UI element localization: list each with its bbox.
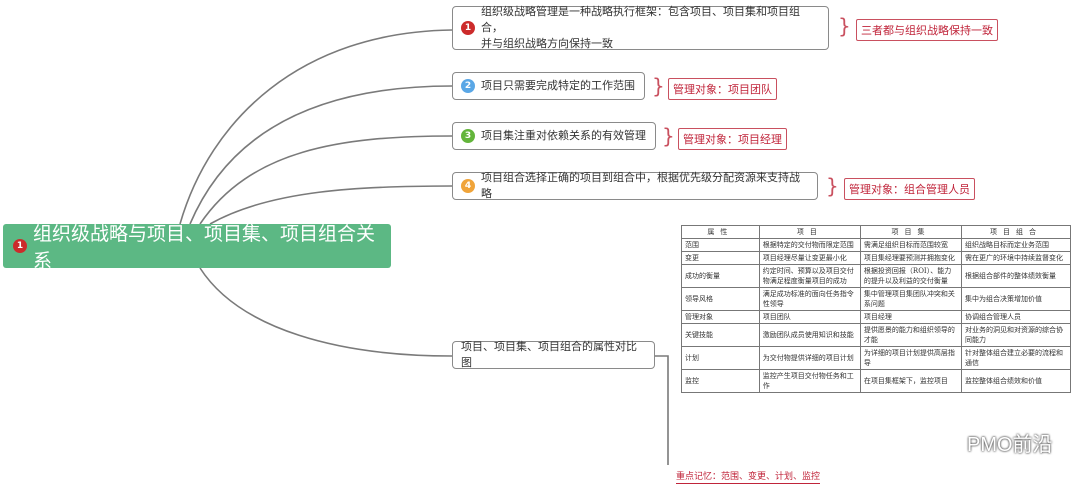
table-cell: 计划	[681, 346, 760, 370]
branch-2-text: 项目只需要完成特定的工作范围	[481, 80, 635, 92]
table-cell: 集中管理项目集团队冲突和关系问题	[859, 287, 963, 311]
brace-icon: }	[838, 14, 851, 38]
root-label: 组织级战略与项目、项目集、项目组合关系	[33, 224, 376, 272]
table-cell: 范围	[681, 238, 760, 252]
table-row: 管理对象 项目团队 项目经理 协调组合管理人员	[681, 310, 1071, 324]
table-cell: 项目集经理要预测并拥抱变化	[859, 251, 963, 265]
branch-node-4[interactable]: 4 项目组合选择正确的项目到组合中，根据优先级分配资源来支持战略	[452, 172, 818, 200]
table-row: 变更 项目经理尽量让变更最小化 项目集经理要预测并拥抱变化 需在更广的环境中持续监督变…	[681, 251, 1071, 265]
table-cell: 管理对象	[681, 310, 760, 324]
branch-4-tag[interactable]: 管理对象：组合管理人员	[844, 178, 975, 200]
link-table	[655, 355, 669, 465]
table-row: 关键技能 激励团队成员使用知识和技能 提供愿景的能力和组织领导的才能 对业务的洞见和对…	[681, 323, 1071, 347]
branch-1-text: 组织级战略管理是一种战略执行框架：包含项目、项目集和项目组合， 并与组织战略方向…	[481, 4, 820, 52]
watermark: PMO前沿	[935, 428, 1053, 457]
table-cell: 针对整体组合建立必要的流程和通信	[961, 346, 1071, 370]
branch-2-tag[interactable]: 管理对象：项目团队	[668, 78, 777, 100]
brace-icon: }	[826, 174, 839, 198]
branch-1-text-line2: 并与组织战略方向保持一致	[481, 38, 613, 50]
compare-node-label: 项目、项目集、项目组合的属性对比图	[461, 341, 637, 369]
branch-1-tag[interactable]: 三者都与组织战略保持一致	[856, 19, 998, 41]
table-cell: 提供愿景的能力和组织领导的才能	[859, 323, 963, 347]
table-cell: 成功的衡量	[681, 264, 760, 288]
watermark-text: PMO前沿	[967, 434, 1053, 456]
table-cell: 领导风格	[681, 287, 760, 311]
table-header-project: 项目	[758, 225, 861, 239]
table-row: 领导风格 满足成功标准的面向任务指令性领导 集中管理项目集团队冲突和关系问题 集中为组…	[681, 287, 1071, 311]
branch-node-3[interactable]: 3 项目集注重对依赖关系的有效管理	[452, 122, 656, 150]
branch-1-text-line1: 组织级战略管理是一种战略执行框架：包含项目、项目集和项目组合，	[481, 6, 800, 34]
property-comparison-table: 属性 项目 项目集 项目组合 范围 根据特定的交付物而限定范围 需满足组织目标而范围…	[681, 225, 1071, 455]
root-node[interactable]: 1 组织级战略与项目、项目集、项目组合关系	[3, 224, 391, 272]
table-cell: 为详细的项目计划提供高层指导	[859, 346, 963, 370]
table-cell: 根据特定的交付物而限定范围	[758, 238, 861, 252]
link-branch-2	[189, 85, 453, 225]
branch-3-number-badge: 3	[461, 129, 475, 143]
table-cell: 项目经理尽量让变更最小化	[758, 251, 861, 265]
table-cell: 监控产生项目交付物任务和工作	[758, 369, 861, 393]
table-cell: 监控	[681, 369, 760, 393]
table-cell: 项目团队	[758, 310, 861, 324]
memo-note[interactable]: 重点记忆：范围、变更、计划、监控	[676, 470, 821, 484]
wechat-icon	[935, 432, 961, 453]
table-cell: 监控整体组合绩效和价值	[961, 369, 1071, 393]
branch-3-tag[interactable]: 管理对象：项目经理	[678, 128, 787, 150]
table-cell: 满足成功标准的面向任务指令性领导	[758, 287, 861, 311]
table-row: 监控 监控产生项目交付物任务和工作 在项目集框架下，监控项目 监控整体组合绩效和价值	[681, 369, 1071, 393]
branch-node-1[interactable]: 1 组织级战略管理是一种战略执行框架：包含项目、项目集和项目组合， 并与组织战略…	[452, 6, 829, 50]
link-compare	[199, 267, 453, 357]
root-number-badge: 1	[13, 239, 27, 253]
branch-4-number-badge: 4	[461, 179, 475, 193]
branch-1-number-badge: 1	[461, 21, 475, 35]
brace-icon: }	[662, 124, 675, 148]
compare-node[interactable]: 项目、项目集、项目组合的属性对比图	[452, 341, 655, 369]
table-cell: 需满足组织目标而范围较宽	[859, 238, 963, 252]
brace-icon: }	[652, 74, 665, 98]
table-row: 成功的衡量 约定时间、预算以及项目交付物满足程度衡量项目的成功 根据投资回报（ROI…	[681, 264, 1071, 288]
table-cell: 为交付物提供详细的项目计划	[758, 346, 861, 370]
table-cell: 协调组合管理人员	[961, 310, 1071, 324]
table-cell: 对业务的洞见和对资源的综合协同能力	[961, 323, 1071, 347]
table-cell: 在项目集框架下，监控项目	[859, 369, 963, 393]
table-cell: 根据组合部件的整体绩效衡量	[961, 264, 1071, 288]
table-header-portfolio: 项目组合	[961, 225, 1071, 239]
table-cell: 变更	[681, 251, 760, 265]
table-row: 计划 为交付物提供详细的项目计划 为详细的项目计划提供高层指导 针对整体组合建立必要的…	[681, 346, 1071, 370]
table-cell: 根据投资回报（ROI）、能力的提升以及利益的交付衡量	[859, 264, 963, 288]
table-row: 范围 根据特定的交付物而限定范围 需满足组织目标而范围较宽 组织战略目标而定业务范围	[681, 238, 1071, 252]
table-cell: 约定时间、预算以及项目交付物满足程度衡量项目的成功	[758, 264, 861, 288]
branch-3-text: 项目集注重对依赖关系的有效管理	[481, 130, 646, 142]
table-header-attribute: 属性	[681, 225, 760, 239]
link-branch-1	[179, 29, 453, 225]
table-cell: 需在更广的环境中持续监督变化	[961, 251, 1071, 265]
table-cell: 关键技能	[681, 323, 760, 347]
branch-4-text: 项目组合选择正确的项目到组合中，根据优先级分配资源来支持战略	[481, 172, 800, 200]
table-cell: 集中为组合决策增加价值	[961, 287, 1071, 311]
table-header-program: 项目集	[859, 225, 963, 239]
table-cell: 组织战略目标而定业务范围	[961, 238, 1071, 252]
table-cell: 激励团队成员使用知识和技能	[758, 323, 861, 347]
branch-node-2[interactable]: 2 项目只需要完成特定的工作范围	[452, 72, 645, 100]
table-cell: 项目经理	[859, 310, 963, 324]
branch-2-number-badge: 2	[461, 79, 475, 93]
